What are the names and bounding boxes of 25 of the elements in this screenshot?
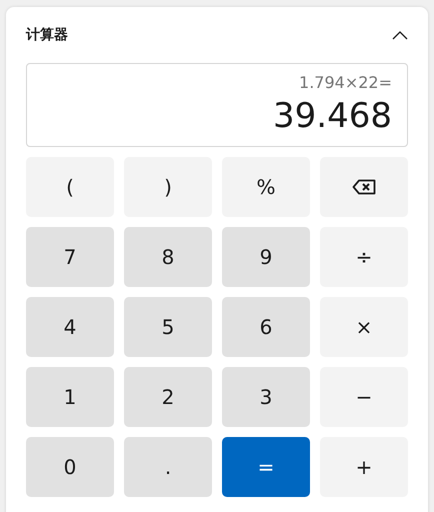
calculator-key[interactable]: 2 (124, 367, 212, 427)
calculator-key[interactable]: ( (26, 157, 114, 217)
calculator-key[interactable]: − (320, 367, 408, 427)
calculator-key[interactable]: 0 (26, 437, 114, 497)
chevron-icon (392, 30, 408, 40)
calculator-key[interactable]: 9 (222, 227, 310, 287)
backspace-icon (352, 179, 376, 195)
equals-button[interactable]: = (222, 437, 310, 497)
calculator-key[interactable]: 8 (124, 227, 212, 287)
calculator-key[interactable]: 3 (222, 367, 310, 427)
calculator-key[interactable]: × (320, 297, 408, 357)
calculator-key[interactable]: 1 (26, 367, 114, 427)
calculator-key[interactable]: 5 (124, 297, 212, 357)
calculator-key[interactable]: 6 (222, 297, 310, 357)
result-text: 39.468 (273, 95, 392, 138)
calculator-key[interactable]: . (124, 437, 212, 497)
panel-title: 计算器 (26, 28, 68, 42)
backspace-button[interactable] (320, 157, 408, 217)
calculator-key[interactable]: + (320, 437, 408, 497)
calculator-key[interactable]: ÷ (320, 227, 408, 287)
calculator-key[interactable]: % (222, 157, 310, 217)
calculator-key[interactable]: ) (124, 157, 212, 217)
expression-text: 1.794×22= (299, 73, 392, 93)
calculator-key[interactable]: 7 (26, 227, 114, 287)
calculator-key[interactable]: 4 (26, 297, 114, 357)
